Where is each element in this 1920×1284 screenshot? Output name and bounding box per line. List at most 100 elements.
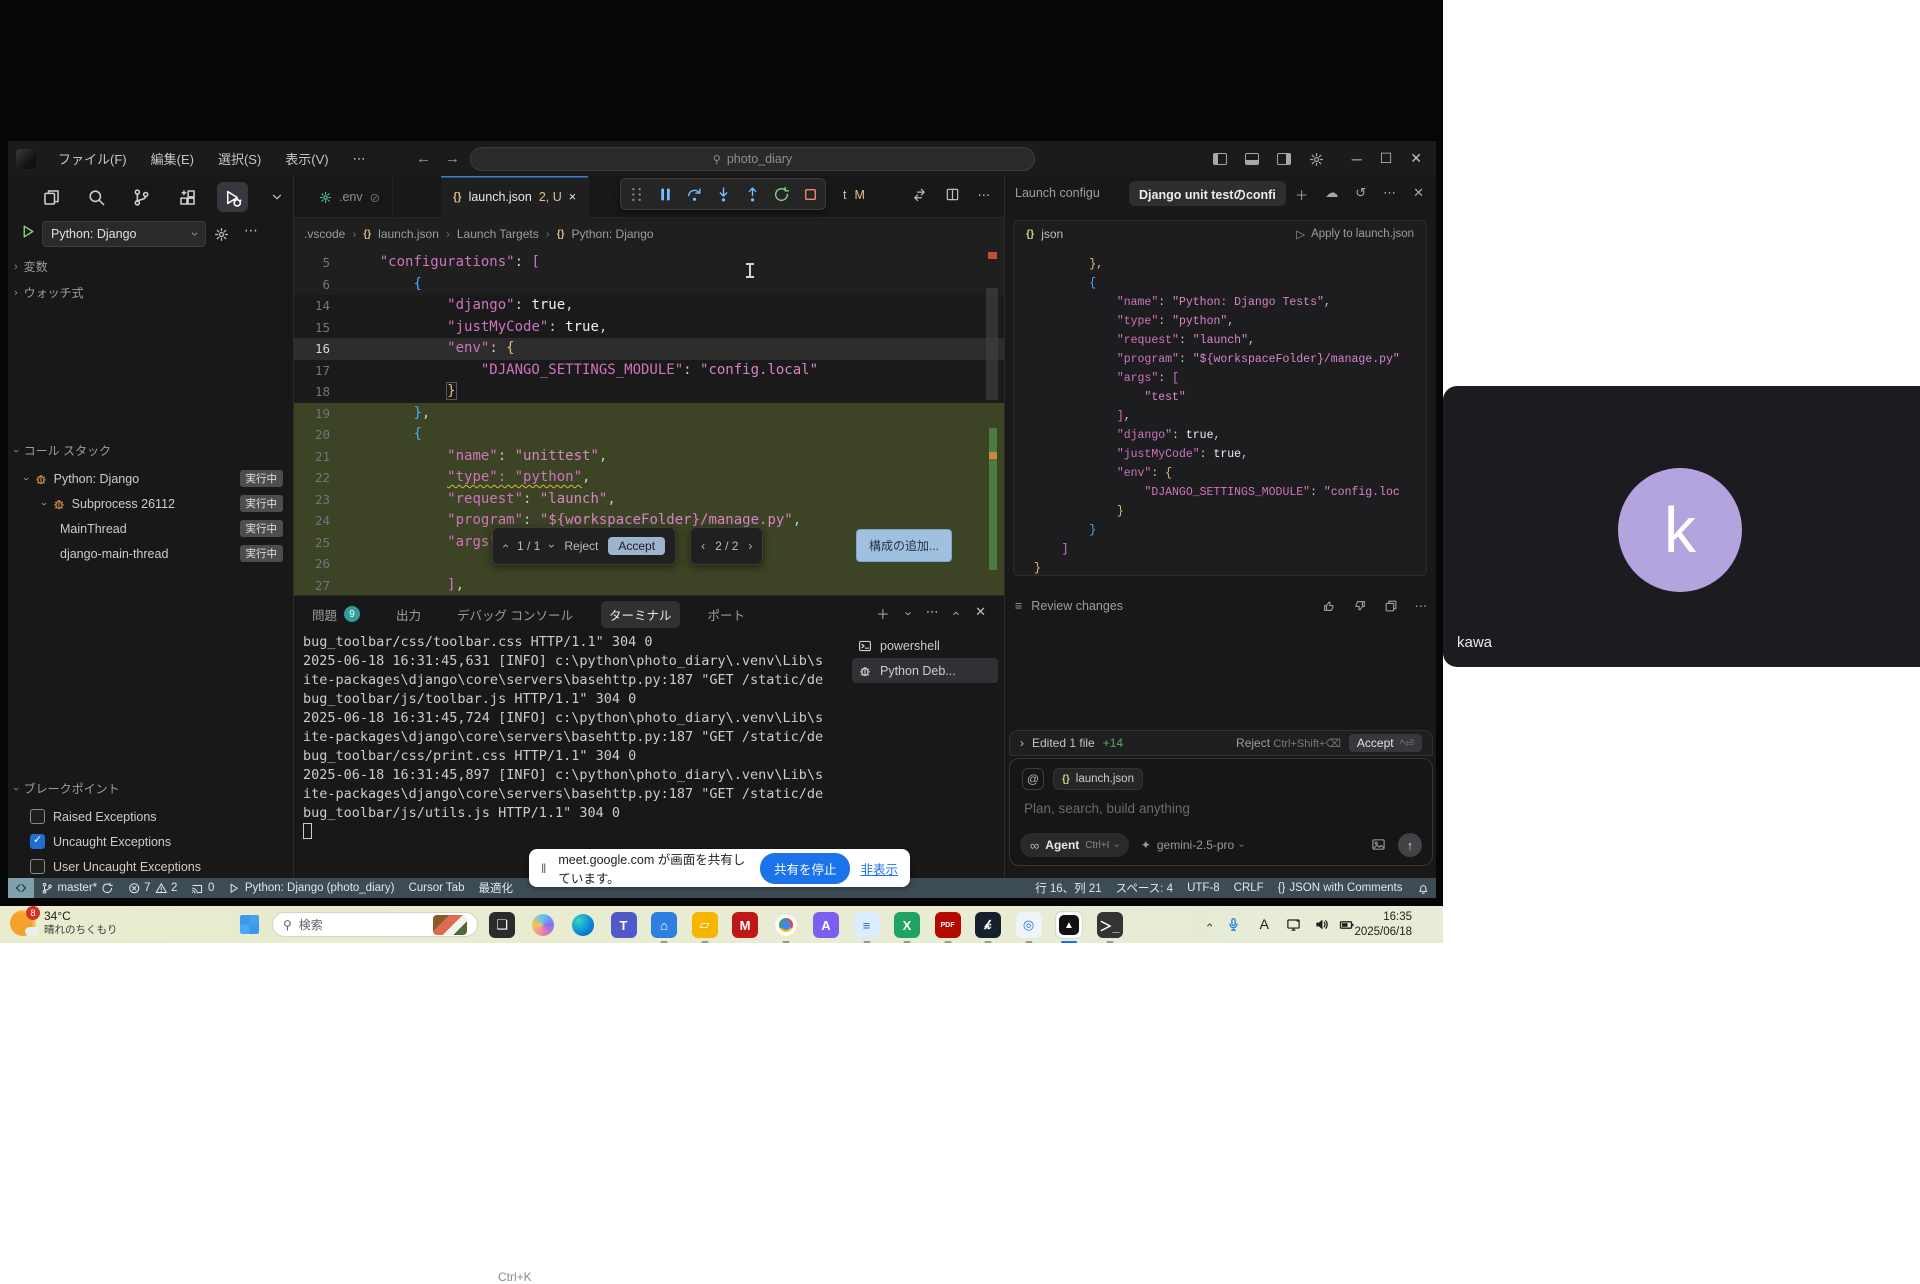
activity-source-control[interactable] — [126, 182, 157, 212]
chat-tab[interactable]: Django unit testのconfi — [1129, 181, 1286, 206]
thumbs-down-icon[interactable] — [1353, 598, 1367, 613]
breadcrumb-item[interactable]: Python: Django — [572, 227, 654, 241]
debug-pause-button[interactable] — [657, 186, 674, 203]
model-select[interactable]: ✦ gemini-2.5-pro › — [1141, 838, 1244, 852]
activity-run-debug[interactable] — [217, 182, 248, 212]
new-terminal-icon[interactable]: ＋ — [876, 604, 889, 623]
toggle-secondary-sidebar-icon[interactable] — [1277, 153, 1291, 165]
tab-partial[interactable]: tM — [843, 188, 865, 202]
volume-icon[interactable] — [1314, 916, 1329, 934]
debug-step-over-button[interactable] — [686, 186, 703, 203]
status-item--16-21[interactable]: 行 16、列 21 — [1028, 878, 1108, 898]
taskbar-app-excel[interactable]: X — [894, 912, 920, 938]
nav-forward-icon[interactable]: → — [445, 150, 460, 167]
tab-launch.json[interactable]: {}launch.json2, U× — [441, 176, 589, 218]
panel-more-icon[interactable]: ⋯ — [926, 604, 939, 623]
agent-mode-select[interactable]: ∞ Agent Ctrl+I › — [1020, 833, 1129, 857]
panel-tab-デバッグ コンソール[interactable]: デバッグ コンソール — [449, 601, 581, 628]
debug-start-button[interactable] — [20, 223, 37, 241]
stop-sharing-button[interactable]: 共有を停止 — [760, 853, 851, 884]
editor-more-icon[interactable]: ⋯ — [978, 187, 991, 202]
taskbar-app-file-explorer[interactable]: ▱ — [692, 912, 718, 938]
tray-expand-icon[interactable]: › — [1207, 916, 1211, 934]
menu-item[interactable]: ファイル(F) — [48, 146, 137, 171]
activity-extensions[interactable] — [172, 182, 203, 212]
debug-config-select[interactable]: Python: Django › — [42, 221, 206, 247]
section-callstack[interactable]: ›コール スタック — [14, 442, 111, 459]
review-more-icon[interactable]: ⋯ — [1415, 598, 1428, 613]
chevron-right-icon[interactable]: › — [1020, 736, 1024, 750]
process-Python Deb...[interactable]: Python Deb... — [852, 658, 998, 683]
taskbar-app-browser-app[interactable]: ◎ — [1016, 912, 1042, 938]
section-breakpoints[interactable]: ›ブレークポイント — [14, 780, 120, 797]
overview-ruler[interactable] — [986, 252, 1000, 596]
toggle-panel-icon[interactable] — [1245, 153, 1259, 165]
chat-more-icon[interactable]: ⋯ — [1383, 185, 1396, 204]
taskbar-app-notepad[interactable]: ≡ — [854, 912, 880, 938]
debug-stop-button[interactable] — [802, 186, 819, 203]
ime-mode-indicator[interactable]: A — [1260, 916, 1269, 932]
status-item-utf-8[interactable]: UTF-8 — [1180, 878, 1227, 898]
section-variables[interactable]: ›変数 — [14, 258, 48, 275]
callstack-item[interactable]: MainThread実行中 — [8, 516, 293, 541]
review-changes-label[interactable]: Review changes — [1031, 599, 1123, 613]
debug-step-out-button[interactable] — [744, 186, 761, 203]
command-center-search[interactable]: ⚲ photo_diary — [470, 147, 1035, 171]
taskbar-app-teams[interactable]: T — [611, 912, 637, 938]
breakpoint-item[interactable]: User Uncaught Exceptions — [30, 854, 315, 879]
taskbar-app-pdf-app[interactable]: PDF — [935, 912, 961, 938]
widget-up-icon[interactable]: › — [498, 544, 512, 548]
panel-tab-出力[interactable]: 出力 — [388, 601, 429, 628]
breakpoint-item[interactable]: Uncaught Exceptions — [30, 829, 315, 854]
activity-chevron-down[interactable] — [262, 182, 293, 212]
toggle-sidebar-icon[interactable] — [1213, 153, 1227, 165]
close-button[interactable]: ✕ — [1410, 150, 1422, 167]
chat-close-icon[interactable]: ✕ — [1413, 185, 1424, 204]
split-editor-icon[interactable] — [945, 187, 960, 202]
context-chip[interactable]: {} launch.json — [1053, 768, 1143, 790]
taskbar-app-kindle[interactable]: 𝓀 — [975, 912, 1001, 938]
history-icon[interactable]: ↺ — [1355, 185, 1366, 204]
debug-restart-button[interactable] — [773, 186, 790, 203]
mention-button[interactable]: @ — [1022, 768, 1044, 790]
terminal-output[interactable]: bug_toolbar/css/toolbar.css HTTP/1.1" 30… — [303, 633, 823, 842]
status-item-json-with-comments[interactable]: {}JSON with Comments — [1271, 878, 1410, 898]
callstack-item[interactable]: ›Python: Django実行中 — [8, 466, 293, 491]
status-item-cursor-tab[interactable]: Cursor Tab — [401, 878, 471, 898]
taskbar-app-mcafee[interactable]: M — [732, 912, 758, 938]
status-item[interactable] — [1410, 878, 1437, 898]
panel-maximize-icon[interactable]: › — [947, 611, 966, 615]
breakpoint-item[interactable]: Raised Exceptions — [30, 804, 315, 829]
add-configuration-button[interactable]: 構成の追加... — [856, 529, 952, 562]
chat-code-block[interactable]: }, { "name": "Python: Django Tests", "ty… — [1034, 255, 1400, 578]
menu-item[interactable]: ⋯ — [343, 148, 376, 170]
panel-tab-ポート[interactable]: ポート — [700, 601, 754, 628]
start-button[interactable] — [240, 915, 259, 934]
callstack-item[interactable]: django-main-thread実行中 — [8, 541, 293, 566]
copy-icon[interactable] — [1384, 598, 1398, 613]
battery-icon[interactable] — [1339, 916, 1355, 934]
debug-settings-gear-icon[interactable] — [214, 226, 229, 244]
breakpoint-checkbox[interactable] — [30, 809, 45, 824]
send-button[interactable]: ↑ — [1398, 833, 1422, 857]
section-watch[interactable]: ›ウォッチ式 — [14, 284, 84, 301]
hide-bar-link[interactable]: 非表示 — [860, 859, 898, 878]
compare-changes-icon[interactable] — [912, 187, 927, 202]
menu-item[interactable]: 表示(V) — [275, 146, 338, 171]
pager-next-icon[interactable]: › — [748, 539, 752, 553]
panel-close-icon[interactable]: ✕ — [975, 604, 986, 623]
chat-input[interactable]: @ {} launch.json Plan, search, build any… — [1009, 758, 1433, 866]
accept-button[interactable]: Accept — [608, 537, 665, 555]
attach-image-icon[interactable] — [1371, 836, 1386, 854]
taskbar-app-copilot[interactable] — [530, 912, 556, 938]
taskbar-app-task-view[interactable]: ❏ — [489, 912, 515, 938]
new-chat-icon[interactable]: ＋ — [1295, 185, 1308, 204]
taskbar-search[interactable]: ⚲ 検索 — [272, 912, 478, 937]
microphone-icon[interactable] — [1226, 916, 1241, 934]
panel-tab-問題[interactable]: 問題9 — [304, 601, 368, 628]
pager-prev-icon[interactable]: ‹ — [701, 539, 705, 553]
breadcrumb-item[interactable]: .vscode — [304, 227, 345, 241]
reject-all-button[interactable]: Reject Ctrl+Shift+⌫ — [1236, 736, 1341, 750]
weather-widget[interactable]: 8 34°C 晴れのちくもり — [10, 909, 118, 937]
taskbar-app-purple-app[interactable]: A — [813, 912, 839, 938]
